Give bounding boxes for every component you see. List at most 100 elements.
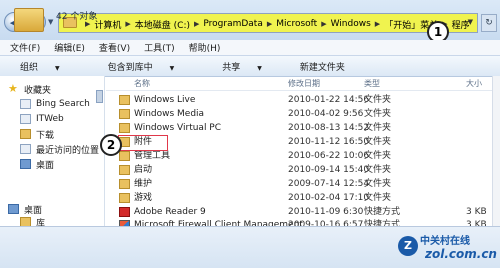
- file-name: Windows Virtual PC: [134, 123, 222, 133]
- include-label: 包含到库中: [107, 62, 153, 73]
- sidebar-scrollbar-thumb[interactable]: [96, 90, 103, 103]
- file-row[interactable]: 管理工具 2010-06-22 10:06 文件夹: [106, 150, 496, 163]
- sidebar-item-bing[interactable]: Bing Search: [20, 98, 90, 110]
- sidebar-item-label: 最近访问的位置: [36, 145, 100, 156]
- folder-icon: [119, 179, 130, 189]
- file-type: 文件夹: [364, 109, 392, 119]
- sidebar-item-label: Bing Search: [36, 99, 90, 109]
- breadcrumb-item[interactable]: 本地磁盘 (C:): [135, 18, 190, 31]
- menu-file[interactable]: 文件(F): [10, 41, 40, 54]
- star-icon: ★: [8, 82, 18, 95]
- sidebar-item-itweb[interactable]: ITWeb: [20, 113, 64, 125]
- organize-button[interactable]: 组织 ▼: [10, 60, 74, 73]
- chevron-down-icon: ▼: [257, 64, 262, 72]
- menu-edit[interactable]: 编辑(E): [54, 41, 85, 54]
- folder-icon: [119, 151, 130, 161]
- file-date: 2010-01-22 14:56: [288, 95, 370, 105]
- sidebar-item-recent[interactable]: 最近访问的位置: [20, 143, 100, 156]
- column-type[interactable]: 类型: [364, 78, 380, 89]
- watermark-title: 中关村在线: [420, 236, 470, 247]
- file-type: 文件夹: [364, 151, 392, 161]
- breadcrumb-item[interactable]: Microsoft: [276, 19, 317, 29]
- link-icon: [20, 114, 31, 124]
- file-type: 文件夹: [364, 179, 392, 189]
- file-date: 2010-04-02 9:56: [288, 109, 364, 119]
- menu-tools[interactable]: 工具(T): [144, 41, 175, 54]
- recent-places-icon: [20, 144, 31, 154]
- folder-icon: [119, 109, 130, 119]
- file-type: 快捷方式: [364, 207, 401, 217]
- folder-icon: [14, 8, 44, 32]
- file-list-scrollbar[interactable]: [492, 76, 500, 226]
- watermark-url: zol.com.cn: [425, 247, 497, 261]
- address-box[interactable]: ▶ 计算机 ▶ 本地磁盘 (C:) ▶ ProgramData ▶ Micros…: [58, 13, 478, 33]
- menu-view[interactable]: 查看(V): [99, 41, 130, 54]
- file-type: 文件夹: [364, 165, 392, 175]
- file-type: 文件夹: [364, 95, 392, 105]
- sidebar-item-favorites[interactable]: ★ 收藏夹: [8, 82, 52, 96]
- file-date: 2010-08-13 14:52: [288, 123, 370, 133]
- file-row[interactable]: 维护 2009-07-14 12:54 文件夹: [106, 178, 496, 191]
- folder-icon: [20, 129, 31, 139]
- file-row[interactable]: Windows Live 2010-01-22 14:56 文件夹: [106, 94, 496, 107]
- sidebar-item-label: 收藏夹: [24, 85, 52, 96]
- file-date: 2009-07-14 12:54: [288, 179, 370, 189]
- address-dropdown-icon[interactable]: ▼: [468, 18, 473, 26]
- refresh-button[interactable]: ↻: [481, 14, 497, 32]
- column-name[interactable]: 名称: [134, 78, 150, 89]
- file-type: 文件夹: [364, 137, 392, 147]
- sidebar-item-downloads[interactable]: 下载: [20, 128, 55, 141]
- menu-bar: 文件(F) 编辑(E) 查看(V) 工具(T) 帮助(H): [0, 40, 500, 55]
- column-size[interactable]: 大小: [466, 78, 482, 89]
- sidebar-item-label: 下载: [36, 130, 55, 141]
- chevron-right-icon[interactable]: ▶: [321, 20, 326, 28]
- file-name: 维护: [134, 179, 153, 189]
- file-row[interactable]: Adobe Reader 9 2010-11-09 6:30 快捷方式 3 KB: [106, 206, 496, 219]
- chevron-right-icon[interactable]: ▶: [375, 20, 380, 28]
- command-bar: 组织 ▼ 包含到库中 ▼ 共享 ▼ 新建文件夹: [0, 55, 500, 77]
- breadcrumb-item[interactable]: 计算机: [94, 18, 121, 31]
- organize-label: 组织: [20, 62, 39, 73]
- file-row[interactable]: Windows Virtual PC 2010-08-13 14:52 文件夹: [106, 122, 496, 135]
- sidebar-item-desktop-fav[interactable]: 桌面: [20, 158, 54, 171]
- sidebar-item-desktop[interactable]: 桌面: [8, 203, 43, 216]
- zol-logo-icon: Z: [398, 236, 418, 256]
- file-date: 2010-06-22 10:06: [288, 151, 370, 161]
- desktop-icon: [8, 204, 19, 214]
- desktop-icon: [20, 159, 31, 169]
- chevron-right-icon[interactable]: ▶: [194, 20, 199, 28]
- file-date: 2010-11-12 16:50: [288, 137, 370, 147]
- file-row[interactable]: 启动 2010-09-14 15:40 文件夹: [106, 164, 496, 177]
- menu-help[interactable]: 帮助(H): [189, 41, 221, 54]
- new-folder-button[interactable]: 新建文件夹: [300, 60, 345, 73]
- sidebar-item-label: 桌面: [24, 205, 43, 216]
- file-size: 3 KB: [466, 207, 487, 217]
- breadcrumb-item[interactable]: Windows: [331, 19, 371, 29]
- share-label: 共享: [222, 62, 241, 73]
- breadcrumb-item[interactable]: ProgramData: [203, 19, 262, 29]
- chevron-right-icon[interactable]: ▶: [267, 20, 272, 28]
- file-name: 启动: [134, 165, 153, 175]
- include-in-library-button[interactable]: 包含到库中 ▼: [98, 60, 189, 73]
- folder-icon: [119, 193, 130, 203]
- file-name: Adobe Reader 9: [134, 207, 206, 217]
- file-date: 2010-09-14 15:40: [288, 165, 370, 175]
- sidebar-item-label: ITWeb: [36, 114, 64, 124]
- highlight-box: [118, 135, 168, 151]
- breadcrumb: ▶ 计算机 ▶ 本地磁盘 (C:) ▶ ProgramData ▶ Micros…: [81, 17, 470, 31]
- share-button[interactable]: 共享 ▼: [212, 60, 276, 73]
- chevron-down-icon: ▼: [55, 64, 60, 72]
- file-row[interactable]: 游戏 2010-02-04 17:10 文件夹: [106, 192, 496, 205]
- folder-icon: [119, 165, 130, 175]
- file-date: 2010-11-09 6:30: [288, 207, 364, 217]
- column-date[interactable]: 修改日期: [288, 78, 320, 89]
- recent-pages-dropdown[interactable]: ▼: [48, 18, 56, 26]
- file-row[interactable]: Windows Media 2010-04-02 9:56 文件夹: [106, 108, 496, 121]
- file-name: 管理工具: [134, 151, 171, 161]
- chevron-right-icon[interactable]: ▶: [125, 20, 130, 28]
- chevron-down-icon: ▼: [169, 64, 175, 72]
- file-name: Windows Media: [134, 109, 205, 119]
- file-date: 2010-02-04 17:10: [288, 193, 370, 203]
- file-type: 文件夹: [364, 193, 392, 203]
- file-name: 游戏: [134, 193, 153, 203]
